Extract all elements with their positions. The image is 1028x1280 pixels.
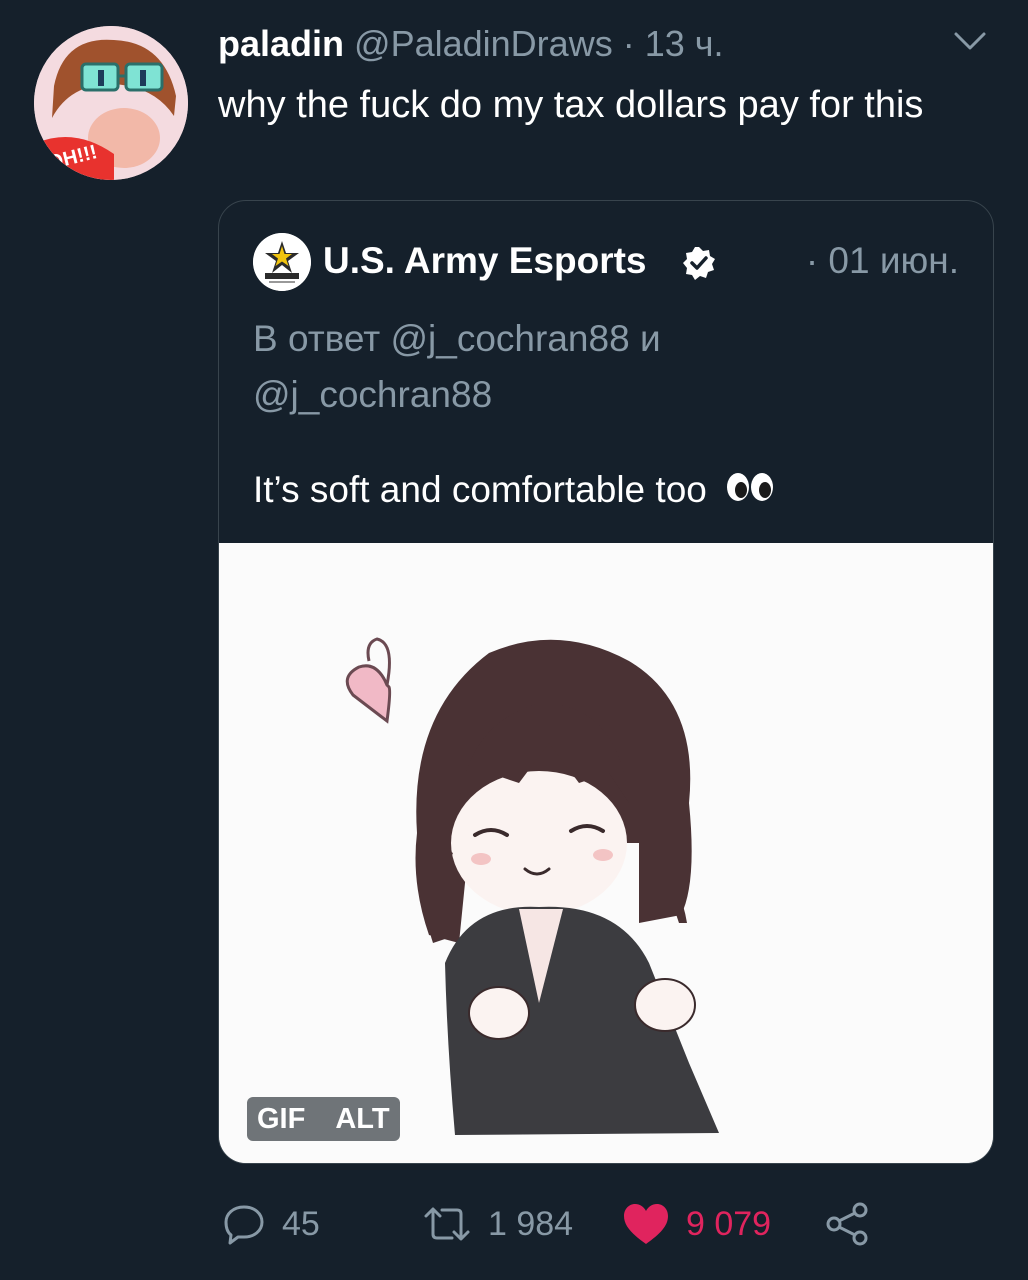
like-button[interactable]: 9 079 <box>622 1196 771 1252</box>
media-badges: GIF ALT <box>247 1097 400 1141</box>
anime-girl-illustration <box>219 543 993 1163</box>
chevron-down-icon[interactable] <box>952 28 988 56</box>
reply-and: и <box>639 318 661 359</box>
reply-prefix: В ответ <box>253 318 381 359</box>
heart-icon <box>624 1204 668 1244</box>
share-button[interactable] <box>824 1196 870 1252</box>
reply-user-link[interactable]: @j_cochran88 <box>253 374 492 415</box>
gif-media[interactable]: GIF ALT <box>219 543 993 1163</box>
tweet-header: paladin @PaladinDraws · 13 ч. <box>218 22 724 66</box>
author-name[interactable]: paladin <box>218 23 344 64</box>
quoted-date[interactable]: · 01 июн. <box>806 237 959 285</box>
reply-button[interactable]: 45 <box>222 1196 320 1252</box>
quoted-author-name[interactable]: U.S. Army Esports <box>323 237 647 285</box>
reply-context: В ответ @j_cochran88 и @j_cochran88 <box>253 311 953 423</box>
tweet-text: why the fuck do my tax dollars pay for t… <box>218 84 924 126</box>
reply-user-link[interactable]: @j_cochran88 <box>391 318 630 359</box>
quoted-author-avatar[interactable] <box>253 233 311 291</box>
quoted-text: It’s soft and comfortable too <box>253 469 707 510</box>
retweet-icon <box>424 1207 470 1241</box>
reply-icon <box>224 1205 264 1245</box>
author-avatar[interactable]: OH!!! <box>34 26 188 180</box>
share-icon <box>826 1202 868 1246</box>
gif-badge: GIF <box>247 1097 324 1141</box>
retweet-button[interactable]: 1 984 <box>422 1196 573 1252</box>
verified-badge-icon <box>681 245 717 281</box>
eyes-emoji-icon <box>725 467 775 517</box>
quoted-text-line: It’s soft and comfortable too <box>253 465 775 517</box>
retweet-count: 1 984 <box>488 1204 574 1243</box>
alt-badge[interactable]: ALT <box>323 1097 400 1141</box>
author-handle[interactable]: @PaladinDraws <box>354 23 613 64</box>
header-separator: · <box>622 23 635 64</box>
quoted-tweet[interactable]: U.S. Army Esports · 01 июн. В ответ @j_c… <box>218 200 994 1164</box>
tweet-actions: 45 1 984 9 079 <box>218 1196 998 1252</box>
tweet-time[interactable]: 13 ч. <box>645 23 724 64</box>
reply-count: 45 <box>282 1204 320 1243</box>
like-count: 9 079 <box>686 1204 772 1243</box>
